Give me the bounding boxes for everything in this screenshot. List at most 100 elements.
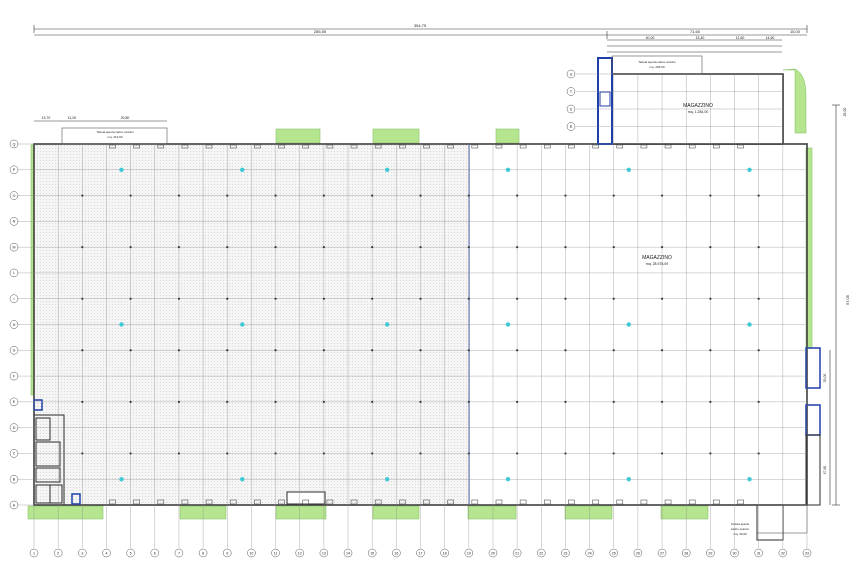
pillar (516, 297, 519, 300)
pillar (177, 400, 181, 403)
pillar (660, 452, 664, 455)
col-label: 26 (636, 552, 640, 556)
col-label: 20 (491, 552, 495, 556)
pillar (612, 349, 615, 352)
annex-room-area: mq. 1.284,00 (688, 110, 708, 114)
pillar (226, 194, 229, 197)
pillar (612, 400, 615, 403)
row-label: I (14, 297, 15, 301)
pillar (274, 194, 277, 197)
pillar (129, 194, 132, 197)
pillar (709, 246, 712, 249)
pillar (660, 349, 664, 352)
pillar (516, 400, 519, 403)
pillar (419, 194, 422, 197)
bottom-center-office (286, 491, 326, 505)
pillar (129, 349, 132, 352)
pillar (81, 349, 84, 352)
pillar (177, 246, 181, 249)
pillar (757, 297, 760, 300)
loading-dock (688, 499, 696, 505)
col-label: 13 (322, 552, 326, 556)
dim-annex-sub-3: 12,60 (736, 36, 745, 40)
pillar (129, 400, 132, 403)
loading-dock (519, 499, 527, 505)
sprinkler-marker (240, 477, 245, 482)
dim-right-b: 47,60 (823, 466, 827, 475)
green-area-bottom-4 (372, 505, 420, 520)
dim-annex-sub-4: 14,60 (766, 36, 775, 40)
col-label: 14 (346, 552, 350, 556)
pillar (129, 297, 132, 300)
loading-dock (664, 499, 672, 505)
pillar (322, 452, 325, 455)
sprinkler-marker (119, 322, 124, 327)
sprinkler-marker (240, 322, 245, 327)
green-area-top-2 (372, 128, 420, 144)
green-area-bottom-1 (27, 505, 104, 520)
pillar (709, 194, 712, 197)
col-label: 31 (757, 552, 761, 556)
pillar (129, 452, 132, 455)
sprinkler-marker (119, 477, 124, 482)
pillar (322, 297, 325, 300)
pillar (467, 297, 470, 300)
pillar (226, 400, 229, 403)
row-label: M (13, 245, 16, 249)
col-label: 30 (733, 552, 737, 556)
pillar (467, 452, 470, 455)
bottom-right-canopy-line2: carico scarico (731, 527, 750, 531)
pillar (564, 246, 567, 249)
loading-dock (519, 144, 527, 149)
pillar (371, 194, 374, 197)
main-room-name: MAGAZZINO (642, 255, 672, 261)
col-label: 15 (370, 552, 374, 556)
pillar (564, 452, 567, 455)
dim-annex-sub-1: 40,00 (646, 36, 655, 40)
col-label: 9 (226, 552, 228, 556)
loading-dock (592, 144, 599, 149)
bottom-right-canopy-line3: mq. 46,00 (733, 532, 747, 536)
loading-dock (495, 499, 503, 505)
pillar (709, 400, 712, 403)
loading-dock (688, 144, 696, 149)
loading-dock (616, 144, 624, 149)
bottom-right-canopy (756, 504, 808, 534)
sprinkler-marker (505, 167, 511, 172)
right-side-structures (805, 347, 821, 506)
green-area-bottom-5 (467, 505, 517, 520)
loading-dock (568, 499, 575, 505)
annex-room-name: MAGAZZINO (683, 103, 713, 109)
pillar (322, 400, 325, 403)
dim-height-total: 97,05 (845, 294, 850, 305)
pillar (177, 349, 181, 352)
pillar (709, 349, 712, 352)
pillar (371, 452, 374, 455)
row-label: D (13, 426, 16, 430)
pillar (564, 297, 567, 300)
col-label: 10 (249, 552, 253, 556)
annex-row-label: U (570, 72, 573, 76)
loading-dock (543, 499, 551, 505)
pillar (371, 400, 374, 403)
pillar (177, 297, 181, 300)
col-label: 8 (202, 552, 204, 556)
row-label: N (13, 220, 16, 224)
pillar (564, 194, 567, 197)
dim-main: 285,55 (314, 29, 327, 34)
pillar (757, 246, 760, 249)
green-area-top-3 (495, 128, 520, 144)
pillar (564, 400, 567, 403)
pillar (757, 452, 760, 455)
annex-stair (599, 91, 611, 107)
col-label: 25 (612, 552, 616, 556)
pillar (612, 297, 615, 300)
pillar (274, 297, 277, 300)
col-label: 7 (178, 552, 180, 556)
pillar (757, 194, 760, 197)
dim-annex: 71,60 (690, 29, 701, 34)
row-label: C (13, 452, 16, 456)
pillar (274, 349, 277, 352)
pillar (660, 246, 664, 249)
pillar (177, 194, 181, 197)
